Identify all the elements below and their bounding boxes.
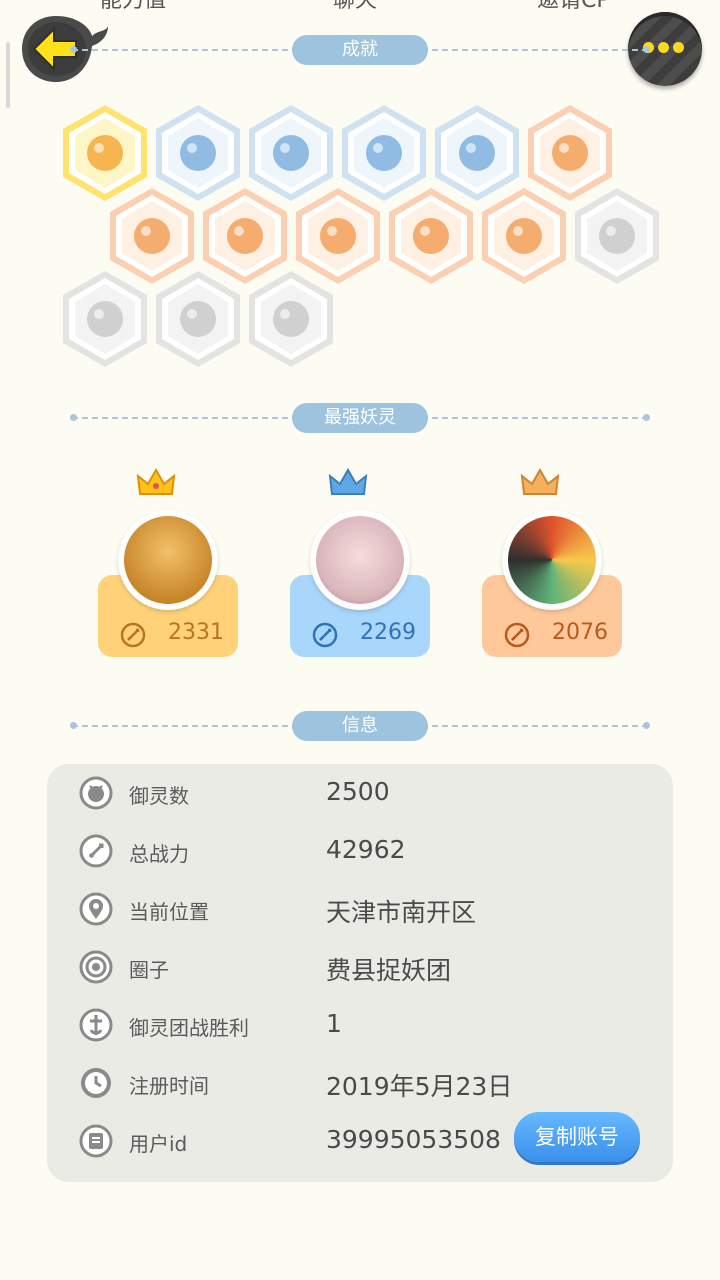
leader-power: 2269 bbox=[360, 620, 416, 645]
info-divider: 信息 bbox=[70, 711, 650, 741]
info-value: 2019年5月23日 bbox=[326, 1072, 513, 1101]
copy-account-button[interactable]: 复制账号 bbox=[514, 1112, 640, 1162]
info-row-register-time: 注册时间 2019年5月23日 bbox=[47, 1058, 673, 1108]
fish-spirit-badge-icon bbox=[482, 188, 566, 284]
info-value: 42962 bbox=[326, 835, 406, 864]
spirit-avatar bbox=[310, 510, 410, 610]
info-label: 总战力 bbox=[129, 842, 189, 866]
flower-spirit-badge[interactable] bbox=[386, 186, 476, 286]
sword-power-icon bbox=[79, 834, 113, 868]
achievement-grid bbox=[0, 0, 720, 380]
leader-card-2[interactable]: 2269 bbox=[290, 460, 430, 660]
info-value: 2500 bbox=[326, 777, 390, 806]
victory-icon bbox=[79, 1008, 113, 1042]
cat-cart-badge[interactable] bbox=[572, 186, 662, 286]
info-label: 圈子 bbox=[129, 958, 169, 982]
sword-power-icon bbox=[312, 622, 338, 648]
leader-card-1[interactable]: 2331 bbox=[98, 460, 238, 660]
bronze-crown-icon bbox=[520, 468, 560, 495]
shield-badge-icon bbox=[63, 271, 147, 367]
leader-card-3[interactable]: 2076 bbox=[482, 460, 622, 660]
info-panel: 御灵数 2500 总战力 42962 当前位置 天津市南开区 圈子 费县捉妖团 … bbox=[47, 764, 673, 1182]
circle-group-icon bbox=[79, 950, 113, 984]
cat-book-badge[interactable] bbox=[246, 269, 336, 369]
info-row-spirit-count: 御灵数 2500 bbox=[47, 768, 673, 818]
spirit-avatar bbox=[502, 510, 602, 610]
info-row-circle: 圈子 费县捉妖团 bbox=[47, 942, 673, 992]
info-row-location: 当前位置 天津市南开区 bbox=[47, 884, 673, 934]
horned-cat-badge-icon bbox=[156, 271, 240, 367]
strongest-divider: 最强妖灵 bbox=[70, 403, 650, 433]
user-id-icon bbox=[79, 1124, 113, 1158]
spirit-orb-icon bbox=[79, 776, 113, 810]
info-title: 信息 bbox=[292, 711, 428, 741]
spirit-avatar bbox=[118, 510, 218, 610]
gold-crown-icon bbox=[136, 468, 176, 495]
sword-power-icon bbox=[504, 622, 530, 648]
info-label: 御灵团战胜利 bbox=[129, 1016, 249, 1040]
info-label: 用户id bbox=[129, 1132, 188, 1156]
fish-spirit-badge[interactable] bbox=[479, 186, 569, 286]
info-row-total-power: 总战力 42962 bbox=[47, 826, 673, 876]
sword-power-icon bbox=[120, 622, 146, 648]
location-pin-icon bbox=[79, 892, 113, 926]
info-value: 费县捉妖团 bbox=[326, 956, 452, 985]
info-row-team-wins: 御灵团战胜利 1 bbox=[47, 1000, 673, 1050]
leader-power: 2076 bbox=[552, 620, 608, 645]
info-label: 当前位置 bbox=[129, 900, 209, 924]
cat-cart-badge-icon bbox=[575, 188, 659, 284]
shield-badge[interactable] bbox=[60, 269, 150, 369]
cat-book-badge-icon bbox=[249, 271, 333, 367]
leader-power: 2331 bbox=[168, 620, 224, 645]
info-label: 注册时间 bbox=[129, 1074, 209, 1098]
strongest-spirits: 2331 2269 2076 bbox=[0, 460, 720, 680]
info-value: 1 bbox=[326, 1009, 342, 1038]
info-value: 39995053508 bbox=[326, 1125, 501, 1154]
strongest-title: 最强妖灵 bbox=[292, 403, 428, 433]
clock-icon bbox=[81, 1068, 111, 1098]
info-value: 天津市南开区 bbox=[326, 898, 477, 927]
info-label: 御灵数 bbox=[129, 784, 189, 808]
flower-spirit-badge-icon bbox=[389, 188, 473, 284]
blue-crown-icon bbox=[328, 468, 368, 495]
horned-cat-badge[interactable] bbox=[153, 269, 243, 369]
